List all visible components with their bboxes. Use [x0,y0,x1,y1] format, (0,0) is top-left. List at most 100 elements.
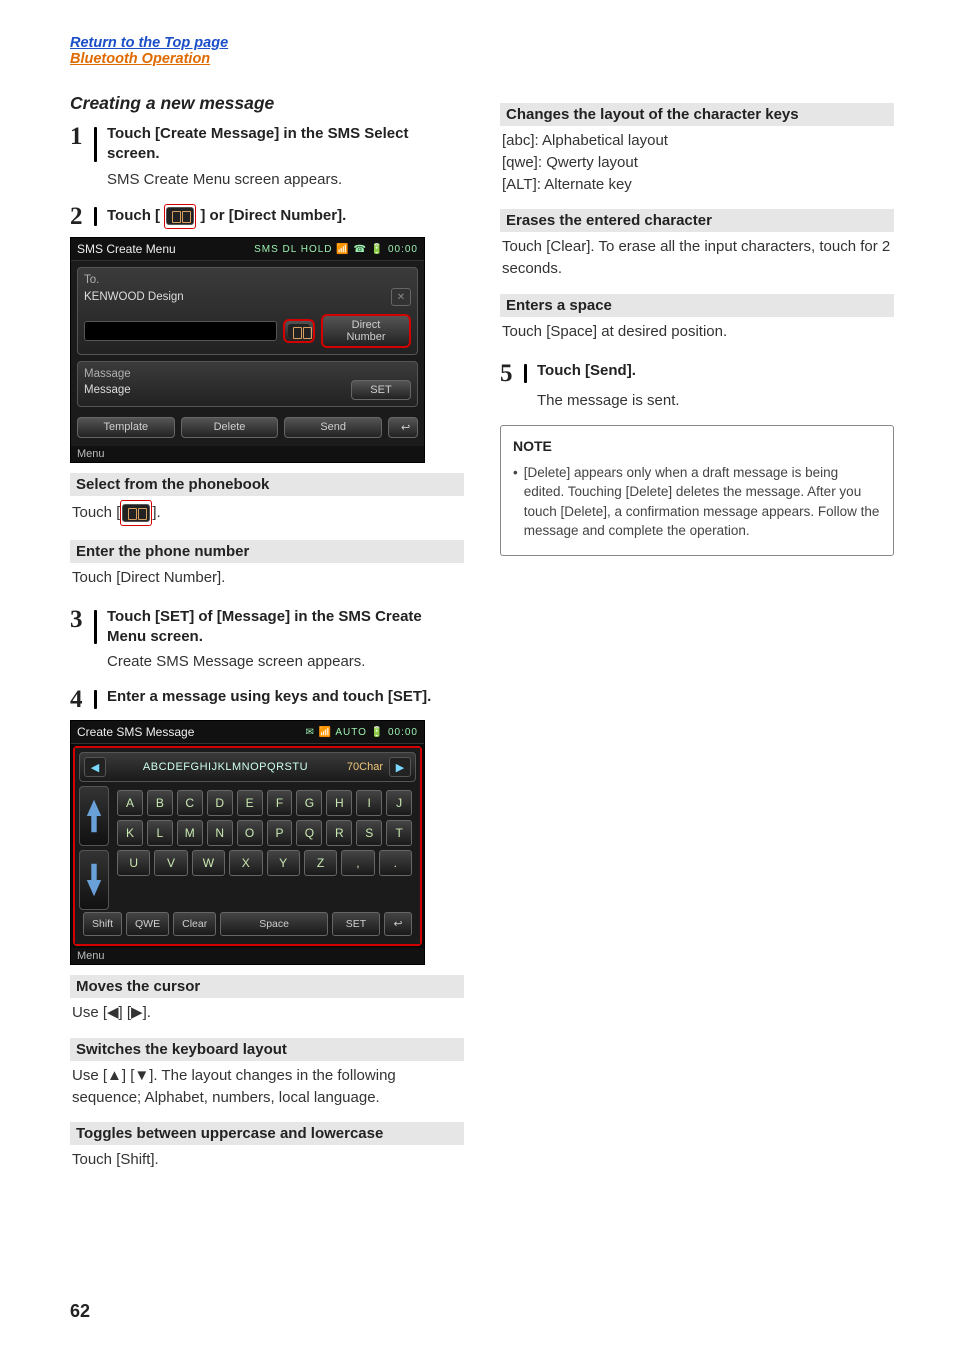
text: ]. [152,504,160,521]
qwe-button[interactable]: QWE [126,912,169,936]
to-input[interactable] [84,321,277,341]
text: : Alphabetical layout [535,132,668,149]
ss-status-icons: SMS DL HOLD 📶 ☎ 🔋 00:00 [254,244,418,255]
phonebook-button[interactable] [283,319,315,343]
text: [abc] [502,132,535,149]
step-bar [94,127,97,162]
sub-erase-body: Touch [Clear]. To erase all the input ch… [500,232,894,284]
ss-status-icons: ✉ 📶 AUTO 🔋 00:00 [306,727,418,738]
cursor-right-button[interactable]: ▶ [389,757,411,777]
text: [qwe] [502,154,538,171]
kbd-key[interactable]: W [192,850,225,876]
shift-button[interactable]: Shift [83,912,122,936]
step-5: 5 Touch [Send]. [500,361,894,386]
top-links: Return to the Top page Bluetooth Operati… [70,35,894,67]
kbd-key[interactable]: B [147,790,173,816]
kbd-key[interactable]: H [326,790,352,816]
step-title-pre: Touch [ [107,207,164,224]
step-title: Touch [Create Message] in the SMS Select… [107,124,464,165]
sub-phonebook-body: Touch []. [70,496,464,530]
step-1: 1 Touch [Create Message] in the SMS Sele… [70,124,464,165]
kbd-key[interactable]: Q [296,820,322,846]
return-top-link[interactable]: Return to the Top page [70,35,894,51]
template-button[interactable]: Template [77,417,175,438]
kbd-key[interactable]: N [207,820,233,846]
kbd-key[interactable]: . [379,850,412,876]
step-follow: SMS Create Menu screen appears. [107,169,464,191]
step-number: 2 [70,204,94,229]
kbd-key[interactable]: G [296,790,322,816]
text: Touch [ [72,504,120,521]
sub-erase-head: Erases the entered character [500,209,894,232]
sub-cursor-head: Moves the cursor [70,975,464,998]
kbd-key[interactable]: X [229,850,262,876]
clear-button[interactable]: Clear [173,912,216,936]
create-sms-message-screenshot: Create SMS Message ✉ 📶 AUTO 🔋 00:00 ◀ AB… [70,720,425,965]
kbd-key[interactable]: L [147,820,173,846]
step-bar [94,207,97,226]
clear-to-button[interactable]: ✕ [391,288,411,306]
phonebook-icon [122,504,150,522]
to-value: KENWOOD Design [84,291,385,303]
step-bar [524,364,527,383]
kbd-key[interactable]: S [356,820,382,846]
set-button[interactable]: SET [351,380,411,400]
kbd-row-1: ABCDEFGHIJ [117,790,412,816]
kbd-row-3: UVWXYZ,. [117,850,412,876]
sub-cursor-body: Use [◀] [▶]. [70,998,464,1028]
delete-button[interactable]: Delete [181,417,279,438]
kbd-key[interactable]: V [154,850,187,876]
text: : Alternate key [537,176,632,193]
massage-label: Massage [84,368,411,380]
sub-case-body: Touch [Shift]. [70,1145,464,1175]
kbd-key[interactable]: D [207,790,233,816]
text: [ALT] [502,176,537,193]
sub-space-body: Touch [Space] at desired position. [500,317,894,347]
space-button[interactable]: Space [220,912,328,936]
step-3: 3 Touch [SET] of [Message] in the SMS Cr… [70,607,464,648]
kbd-key[interactable]: Z [304,850,337,876]
kbd-key[interactable]: F [267,790,293,816]
kbd-key[interactable]: C [177,790,203,816]
kbd-key[interactable]: J [386,790,412,816]
sub-phonebook-head: Select from the phonebook [70,473,464,496]
step-number: 3 [70,607,94,632]
kbd-key[interactable]: K [117,820,143,846]
layout-down-button[interactable] [79,850,109,910]
bluetooth-operation-link[interactable]: Bluetooth Operation [70,51,894,67]
step-number: 5 [500,361,524,386]
step-title-post: ] or [Direct Number]. [196,207,346,224]
step-4: 4 Enter a message using keys and touch [… [70,687,464,712]
kbd-key[interactable]: I [356,790,382,816]
kbd-key[interactable]: P [267,820,293,846]
sub-number-body: Touch [Direct Number]. [70,563,464,593]
ss-menu[interactable]: Menu [71,948,424,964]
kbd-key[interactable]: T [386,820,412,846]
cursor-left-button[interactable]: ◀ [84,757,106,777]
step-follow: The message is sent. [537,390,894,412]
kbd-key[interactable]: Y [267,850,300,876]
sub-charkeys-body: [abc]: Alphabetical layout [qwe]: Qwerty… [500,126,894,199]
back-button[interactable]: ↩ [388,417,418,438]
sub-layout-head: Switches the keyboard layout [70,1038,464,1061]
send-button[interactable]: Send [284,417,382,438]
kbd-key[interactable]: R [326,820,352,846]
kbd-key[interactable]: E [237,790,263,816]
layout-up-button[interactable] [79,786,109,846]
step-title: Enter a message using keys and touch [SE… [107,687,464,707]
kbd-key[interactable]: U [117,850,150,876]
text: : Qwerty layout [538,154,638,171]
sub-number-head: Enter the phone number [70,540,464,563]
kbd-back-button[interactable]: ↩ [384,912,412,936]
kbd-key[interactable]: A [117,790,143,816]
left-column: Creating a new message 1 Touch [Create M… [70,67,464,1175]
kbd-key[interactable]: M [177,820,203,846]
ss-menu[interactable]: Menu [71,446,424,462]
sub-layout-body: Use [▲] [▼]. The layout changes in the f… [70,1061,464,1113]
step-number: 1 [70,124,94,149]
kbd-set-button[interactable]: SET [332,912,380,936]
kbd-key[interactable]: O [237,820,263,846]
kbd-key[interactable]: , [341,850,374,876]
note-title: NOTE [513,436,881,456]
direct-number-button[interactable]: Direct Number [321,314,411,348]
